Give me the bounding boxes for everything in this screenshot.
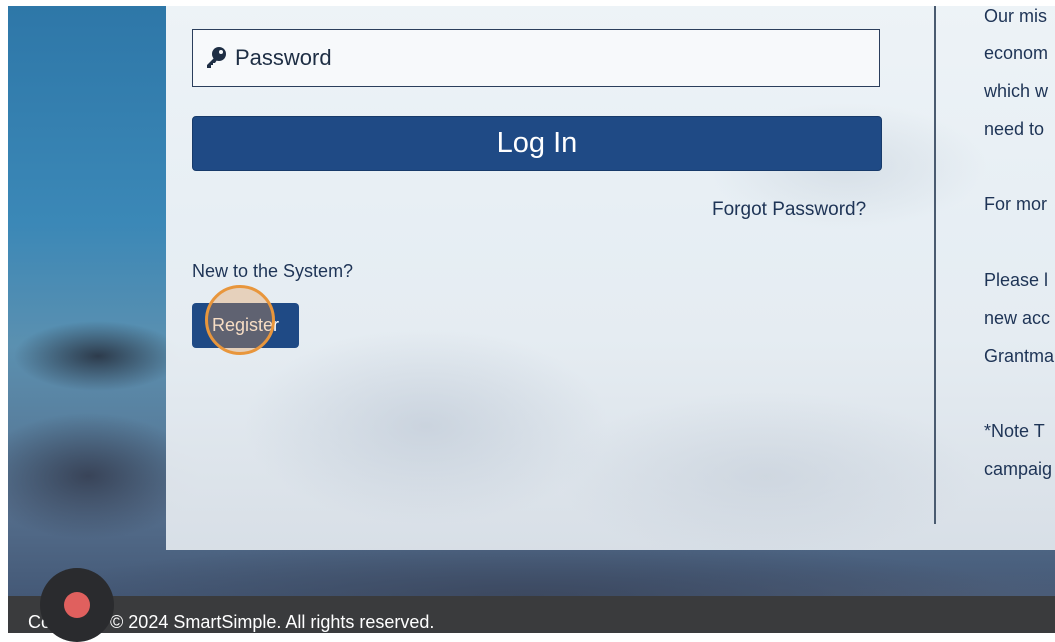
new-user-text: New to the System? <box>192 261 354 281</box>
info-line: For mor <box>984 194 1047 214</box>
info-line: new acc <box>984 308 1051 328</box>
record-icon <box>64 592 90 618</box>
info-line: Grantma <box>984 346 1055 366</box>
key-icon <box>205 46 227 70</box>
info-line: campaig <box>984 459 1053 479</box>
info-line: econom <box>984 43 1049 63</box>
vertical-divider <box>934 6 936 524</box>
forgot-password-link[interactable]: Forgot Password? <box>712 199 866 221</box>
info-panel: Our mis econom which w need to For mor P… <box>984 6 1055 516</box>
record-button[interactable] <box>40 568 114 642</box>
info-line: which w <box>984 81 1049 101</box>
click-highlight <box>205 285 275 355</box>
info-line: Please l <box>984 270 1049 290</box>
password-field[interactable]: Password <box>192 29 880 87</box>
login-button[interactable]: Log In <box>192 116 882 171</box>
info-line: *Note T <box>984 421 1045 441</box>
info-line: need to <box>984 119 1045 139</box>
password-placeholder: Password <box>235 45 332 70</box>
info-line: Our mis <box>984 6 1047 26</box>
